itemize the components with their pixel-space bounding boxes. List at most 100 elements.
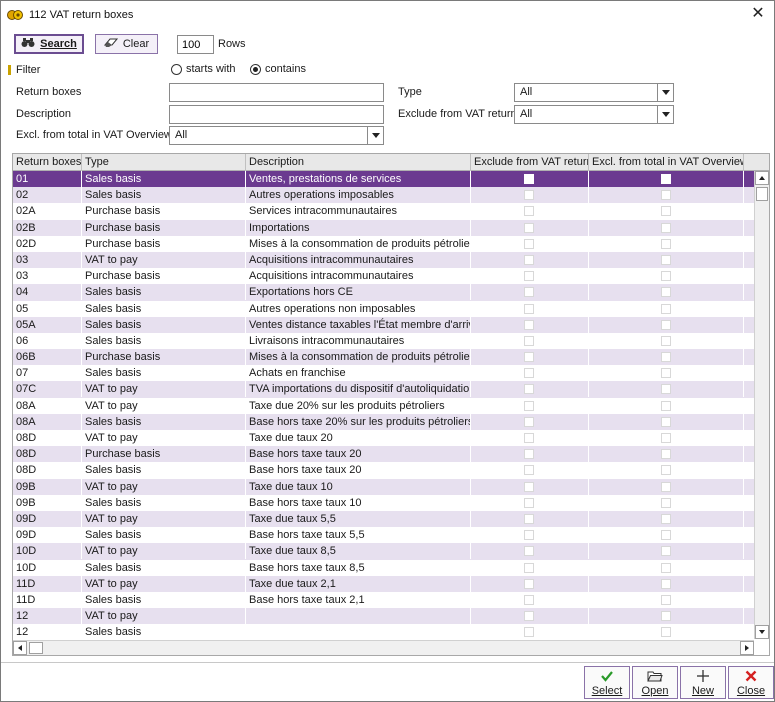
excl-overview-checkbox[interactable] bbox=[660, 303, 671, 314]
table-row[interactable]: 09B Sales basis Base hors taxe taux 10 bbox=[13, 494, 754, 511]
excl-overview-checkbox[interactable] bbox=[660, 206, 671, 217]
exclude-vat-checkbox[interactable] bbox=[524, 513, 534, 524]
return-boxes-field[interactable] bbox=[169, 83, 384, 102]
rows-input[interactable] bbox=[177, 35, 214, 54]
table-row[interactable]: 08D Purchase basis Base hors taxe taux 20 bbox=[13, 446, 754, 463]
table-row[interactable]: 02A Purchase basis Services intracommunaut… bbox=[13, 203, 754, 220]
table-row[interactable]: 12 VAT to pay bbox=[13, 608, 754, 625]
excl-overview-checkbox[interactable] bbox=[660, 627, 671, 638]
scroll-down-icon[interactable] bbox=[755, 625, 769, 639]
table-row[interactable]: 02B Purchase basis Importations bbox=[13, 219, 754, 236]
table-row[interactable]: 11D VAT to pay Taxe due taux 2,1 bbox=[13, 575, 754, 592]
table-row[interactable]: 05A Sales basis Ventes distance taxables l… bbox=[13, 316, 754, 333]
exclude-vat-checkbox[interactable] bbox=[524, 222, 534, 233]
exclude-vat-checkbox[interactable] bbox=[524, 174, 534, 184]
table-row[interactable]: 01 Sales basis Ventes, prestations de serv… bbox=[13, 171, 754, 188]
description-field[interactable] bbox=[169, 105, 384, 124]
header-type[interactable]: Type bbox=[82, 154, 246, 171]
scroll-thumb[interactable] bbox=[29, 642, 43, 654]
open-button[interactable]: Open bbox=[632, 666, 678, 699]
table-row[interactable]: 08A VAT to pay Taxe due 20% sur les produi… bbox=[13, 397, 754, 414]
table-row[interactable]: 08A Sales basis Base hors taxe 20% sur les… bbox=[13, 413, 754, 430]
excl-overview-checkbox[interactable] bbox=[660, 497, 671, 508]
excl-overview-checkbox[interactable] bbox=[660, 174, 671, 184]
excl-overview-checkbox[interactable] bbox=[660, 433, 671, 443]
exclude-vat-checkbox[interactable] bbox=[524, 627, 534, 638]
excl-overview-checkbox[interactable] bbox=[660, 190, 671, 201]
excl-overview-checkbox[interactable] bbox=[660, 222, 671, 233]
header-excl-overview[interactable]: Excl. from total in VAT Overview bbox=[589, 154, 744, 171]
horizontal-scrollbar[interactable] bbox=[13, 640, 754, 655]
excl-overview-checkbox[interactable] bbox=[660, 254, 671, 265]
exclude-vat-checkbox[interactable] bbox=[524, 384, 534, 395]
excl-overview-checkbox[interactable] bbox=[660, 384, 671, 395]
scroll-left-icon[interactable] bbox=[13, 641, 27, 655]
new-button[interactable]: New bbox=[680, 666, 726, 699]
exclude-vat-checkbox[interactable] bbox=[524, 449, 534, 460]
table-row[interactable]: 02D Purchase basis Mises à la consommation… bbox=[13, 235, 754, 252]
excl-overview-checkbox[interactable] bbox=[660, 271, 671, 282]
exclude-vat-checkbox[interactable] bbox=[524, 238, 534, 249]
search-button[interactable]: Search bbox=[14, 34, 84, 54]
chevron-down-icon[interactable] bbox=[657, 84, 673, 101]
radio-starts-with[interactable]: starts with bbox=[171, 63, 236, 75]
exclude-vat-checkbox[interactable] bbox=[524, 271, 534, 282]
table-row[interactable]: 09B VAT to pay Taxe due taux 10 bbox=[13, 478, 754, 495]
chevron-down-icon[interactable] bbox=[367, 127, 383, 144]
exclude-vat-select[interactable]: All bbox=[514, 105, 674, 124]
clear-button[interactable]: Clear bbox=[95, 34, 158, 54]
table-row[interactable]: 05 Sales basis Autres operations non impos… bbox=[13, 300, 754, 317]
excl-overview-checkbox[interactable] bbox=[660, 530, 671, 541]
header-return-boxes[interactable]: Return boxes bbox=[13, 154, 82, 171]
table-row[interactable]: 12 Sales basis bbox=[13, 624, 754, 641]
excl-overview-checkbox[interactable] bbox=[660, 238, 671, 249]
excl-overview-checkbox[interactable] bbox=[660, 416, 671, 427]
chevron-down-icon[interactable] bbox=[657, 106, 673, 123]
type-select[interactable]: All bbox=[514, 83, 674, 102]
table-row[interactable]: 09D Sales basis Base hors taxe taux 5,5 bbox=[13, 527, 754, 544]
excl-overview-checkbox[interactable] bbox=[660, 287, 671, 298]
exclude-vat-checkbox[interactable] bbox=[524, 433, 534, 443]
exclude-vat-checkbox[interactable] bbox=[524, 611, 534, 622]
scroll-up-icon[interactable] bbox=[755, 171, 769, 185]
excl-overview-checkbox[interactable] bbox=[660, 368, 671, 379]
table-row[interactable]: 08D VAT to pay Taxe due taux 20 bbox=[13, 430, 754, 447]
excl-overview-checkbox[interactable] bbox=[660, 562, 671, 573]
exclude-vat-checkbox[interactable] bbox=[524, 254, 534, 265]
excl-overview-checkbox[interactable] bbox=[660, 352, 671, 363]
excl-overview-checkbox[interactable] bbox=[660, 319, 671, 330]
excl-overview-select[interactable]: All bbox=[169, 126, 384, 145]
radio-contains[interactable]: contains bbox=[250, 63, 306, 75]
table-row[interactable]: 10D VAT to pay Taxe due taux 8,5 bbox=[13, 543, 754, 560]
exclude-vat-checkbox[interactable] bbox=[524, 416, 534, 427]
exclude-vat-checkbox[interactable] bbox=[524, 578, 534, 589]
excl-overview-checkbox[interactable] bbox=[660, 513, 671, 524]
table-row[interactable]: 02 Sales basis Autres operations imposable… bbox=[13, 187, 754, 204]
exclude-vat-checkbox[interactable] bbox=[524, 352, 534, 363]
scroll-right-icon[interactable] bbox=[740, 641, 754, 655]
exclude-vat-checkbox[interactable] bbox=[524, 594, 534, 605]
excl-overview-checkbox[interactable] bbox=[660, 578, 671, 589]
table-row[interactable]: 03 VAT to pay Acquisitions intracommunauta… bbox=[13, 251, 754, 269]
table-row[interactable]: 08D Sales basis Base hors taxe taux 20 bbox=[13, 462, 754, 479]
table-row[interactable]: 03 Purchase basis Acquisitions intracommun… bbox=[13, 268, 754, 285]
radio-circle-selected[interactable] bbox=[250, 63, 261, 75]
table-row[interactable]: 07 Sales basis Achats en franchise bbox=[13, 365, 754, 382]
exclude-vat-checkbox[interactable] bbox=[524, 562, 534, 573]
exclude-vat-checkbox[interactable] bbox=[524, 481, 534, 492]
excl-overview-checkbox[interactable] bbox=[660, 400, 671, 411]
header-exclude-vat[interactable]: Exclude from VAT return bbox=[471, 154, 589, 171]
excl-overview-checkbox[interactable] bbox=[660, 449, 671, 460]
radio-circle[interactable] bbox=[171, 63, 182, 75]
exclude-vat-checkbox[interactable] bbox=[524, 319, 534, 330]
table-row[interactable]: 06B Purchase basis Mises à la consommation… bbox=[13, 349, 754, 366]
exclude-vat-checkbox[interactable] bbox=[524, 546, 534, 557]
vertical-scrollbar[interactable] bbox=[754, 171, 769, 639]
exclude-vat-checkbox[interactable] bbox=[524, 335, 534, 346]
header-description[interactable]: Description bbox=[246, 154, 471, 171]
select-button[interactable]: Select bbox=[584, 666, 630, 699]
exclude-vat-checkbox[interactable] bbox=[524, 465, 534, 476]
excl-overview-checkbox[interactable] bbox=[660, 594, 671, 605]
exclude-vat-checkbox[interactable] bbox=[524, 190, 534, 201]
table-row[interactable]: 10D Sales basis Base hors taxe taux 8,5 bbox=[13, 559, 754, 576]
